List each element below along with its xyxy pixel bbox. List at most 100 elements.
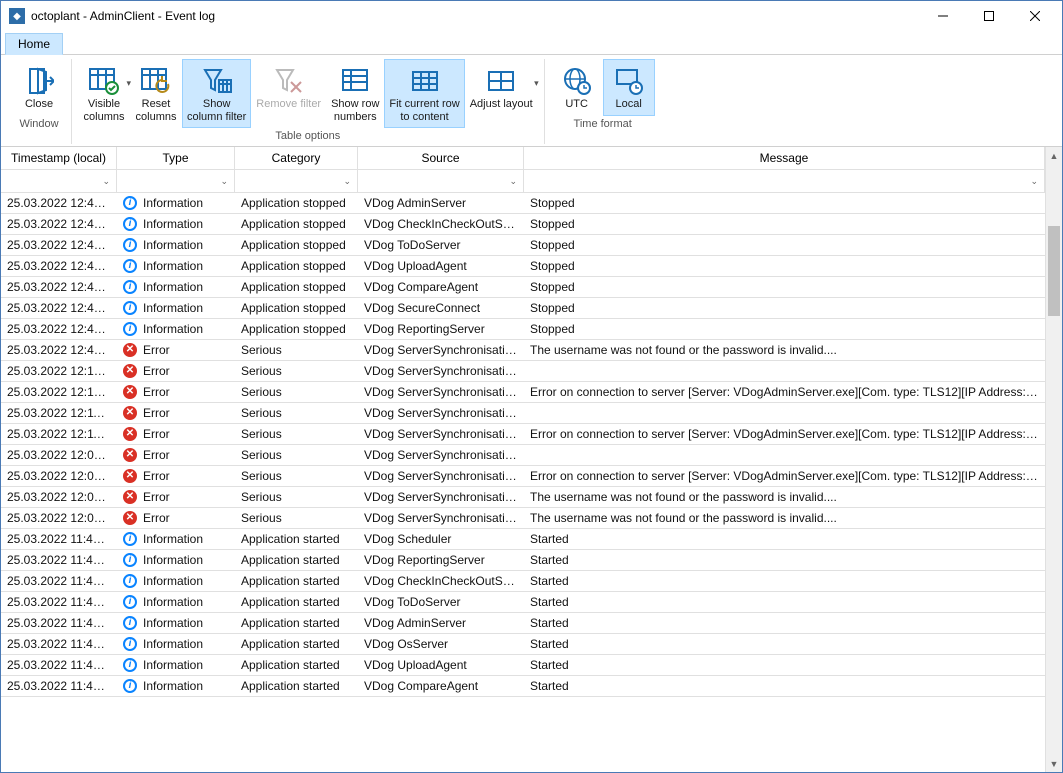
cell-timestamp: 25.03.2022 12:07:59 [1,487,117,507]
minimize-button[interactable] [920,1,966,31]
table-row[interactable]: 25.03.2022 11:45:30iInformationApplicati… [1,676,1045,697]
table-row[interactable]: 25.03.2022 11:45:30iInformationApplicati… [1,655,1045,676]
info-icon: i [123,238,137,252]
utc-button[interactable]: UTC [551,59,603,116]
group-label-window: Window [19,118,58,132]
cell-category: Application stopped [235,298,358,318]
info-icon: i [123,196,137,210]
reset-columns-button[interactable]: Reset columns [130,59,182,128]
table-row[interactable]: 25.03.2022 11:45:30iInformationApplicati… [1,634,1045,655]
table-row[interactable]: 25.03.2022 12:08:49✕ErrorSeriousVDog Ser… [1,466,1045,487]
cell-timestamp: 25.03.2022 12:47:08 [1,277,117,297]
cell-category: Serious [235,487,358,507]
cell-source: VDog ReportingServer [358,319,524,339]
adjust-layout-icon [485,64,517,98]
cell-category: Application stopped [235,214,358,234]
cell-timestamp: 25.03.2022 11:45:32 [1,550,117,570]
table-row[interactable]: 25.03.2022 12:47:08iInformationApplicati… [1,319,1045,340]
table-row[interactable]: 25.03.2022 12:08:49✕ErrorSeriousVDog Ser… [1,445,1045,466]
show-column-filter-button[interactable]: Show column filter [182,59,251,128]
fit-current-row-button[interactable]: Fit current row to content [384,59,464,128]
type-label: Information [143,553,203,567]
cell-category: Application started [235,655,358,675]
table-row[interactable]: 25.03.2022 12:07:04✕ErrorSeriousVDog Ser… [1,508,1045,529]
table-row[interactable]: 25.03.2022 12:46:40✕ErrorSeriousVDog Ser… [1,340,1045,361]
show-row-numbers-button[interactable]: Show row numbers [326,59,384,128]
cell-type: iInformation [117,634,235,654]
table-row[interactable]: 25.03.2022 12:47:08iInformationApplicati… [1,277,1045,298]
cell-category: Application started [235,592,358,612]
cell-source: VDog ReportingServer [358,550,524,570]
window-title: octoplant - AdminClient - Event log [31,9,920,23]
group-label-time: Time format [574,118,632,132]
table-row[interactable]: 25.03.2022 12:07:59✕ErrorSeriousVDog Ser… [1,487,1045,508]
table-row[interactable]: 25.03.2022 11:45:31iInformationApplicati… [1,613,1045,634]
filter-source[interactable]: ⌄ [358,170,524,192]
col-header-source[interactable]: Source [358,147,524,169]
error-icon: ✕ [123,364,137,378]
table-row[interactable]: 25.03.2022 12:47:08iInformationApplicati… [1,298,1045,319]
cell-timestamp: 25.03.2022 12:47:08 [1,214,117,234]
col-header-type[interactable]: Type [117,147,235,169]
info-icon: i [123,280,137,294]
show-row-numbers-label: Show row numbers [331,98,379,123]
error-icon: ✕ [123,385,137,399]
cell-message: The username was not found or the passwo… [524,487,1045,507]
table-row[interactable]: 25.03.2022 12:11:11✕ErrorSeriousVDog Ser… [1,403,1045,424]
cell-category: Application stopped [235,256,358,276]
table-row[interactable]: 25.03.2022 11:45:33iInformationApplicati… [1,529,1045,550]
cell-type: iInformation [117,529,235,549]
error-icon: ✕ [123,448,137,462]
table-row[interactable]: 25.03.2022 12:11:11✕ErrorSeriousVDog Ser… [1,424,1045,445]
table-row[interactable]: 25.03.2022 11:45:31iInformationApplicati… [1,592,1045,613]
filter-message[interactable]: ⌄ [524,170,1045,192]
type-label: Error [143,385,170,399]
col-header-timestamp[interactable]: Timestamp (local) [1,147,117,169]
table-row[interactable]: 25.03.2022 11:45:32iInformationApplicati… [1,550,1045,571]
table-row[interactable]: 25.03.2022 12:47:08iInformationApplicati… [1,193,1045,214]
cell-category: Application started [235,676,358,696]
cell-category: Serious [235,508,358,528]
table-row[interactable]: 25.03.2022 12:47:08iInformationApplicati… [1,256,1045,277]
visible-columns-label: Visible columns [84,98,125,123]
cell-message: Started [524,550,1045,570]
filter-category[interactable]: ⌄ [235,170,358,192]
local-button[interactable]: Local [603,59,655,116]
table-row[interactable]: 25.03.2022 12:47:08iInformationApplicati… [1,214,1045,235]
error-icon: ✕ [123,406,137,420]
cell-type: iInformation [117,298,235,318]
cell-source: VDog ServerSynchronisation [358,424,524,444]
cell-source: VDog CheckInCheckOutServer [358,571,524,591]
close-button[interactable]: Close [13,59,65,116]
close-window-button[interactable] [1012,1,1058,31]
scroll-thumb[interactable] [1048,226,1060,316]
cell-category: Serious [235,340,358,360]
visible-columns-button[interactable]: ▾ Visible columns [78,59,130,128]
type-label: Information [143,238,203,252]
scroll-up-arrow[interactable]: ▲ [1046,147,1062,164]
table-row[interactable]: 25.03.2022 11:45:32iInformationApplicati… [1,571,1045,592]
table-row[interactable]: 25.03.2022 12:47:08iInformationApplicati… [1,235,1045,256]
cell-message [524,361,1045,381]
table-row[interactable]: 25.03.2022 12:12:19✕ErrorSeriousVDog Ser… [1,382,1045,403]
vertical-scrollbar[interactable]: ▲ ▼ [1045,147,1062,772]
col-header-category[interactable]: Category [235,147,358,169]
tab-home[interactable]: Home [5,33,63,55]
scroll-down-arrow[interactable]: ▼ [1046,755,1062,772]
utc-label: UTC [565,98,588,111]
filter-timestamp[interactable]: ⌄ [1,170,117,192]
info-icon: i [123,532,137,546]
col-header-message[interactable]: Message [524,147,1045,169]
chevron-down-icon: ⌄ [102,176,116,187]
adjust-layout-button[interactable]: ▾ Adjust layout [465,59,538,116]
columns-reset-icon [140,64,172,98]
filter-row: ⌄ ⌄ ⌄ ⌄ ⌄ [1,170,1045,193]
scroll-track[interactable] [1046,164,1062,755]
adjust-layout-label: Adjust layout [470,98,533,111]
filter-type[interactable]: ⌄ [117,170,235,192]
cell-type: iInformation [117,277,235,297]
maximize-button[interactable] [966,1,1012,31]
cell-type: iInformation [117,571,235,591]
chevron-down-icon: ⌄ [343,176,357,187]
table-row[interactable]: 25.03.2022 12:12:19✕ErrorSeriousVDog Ser… [1,361,1045,382]
